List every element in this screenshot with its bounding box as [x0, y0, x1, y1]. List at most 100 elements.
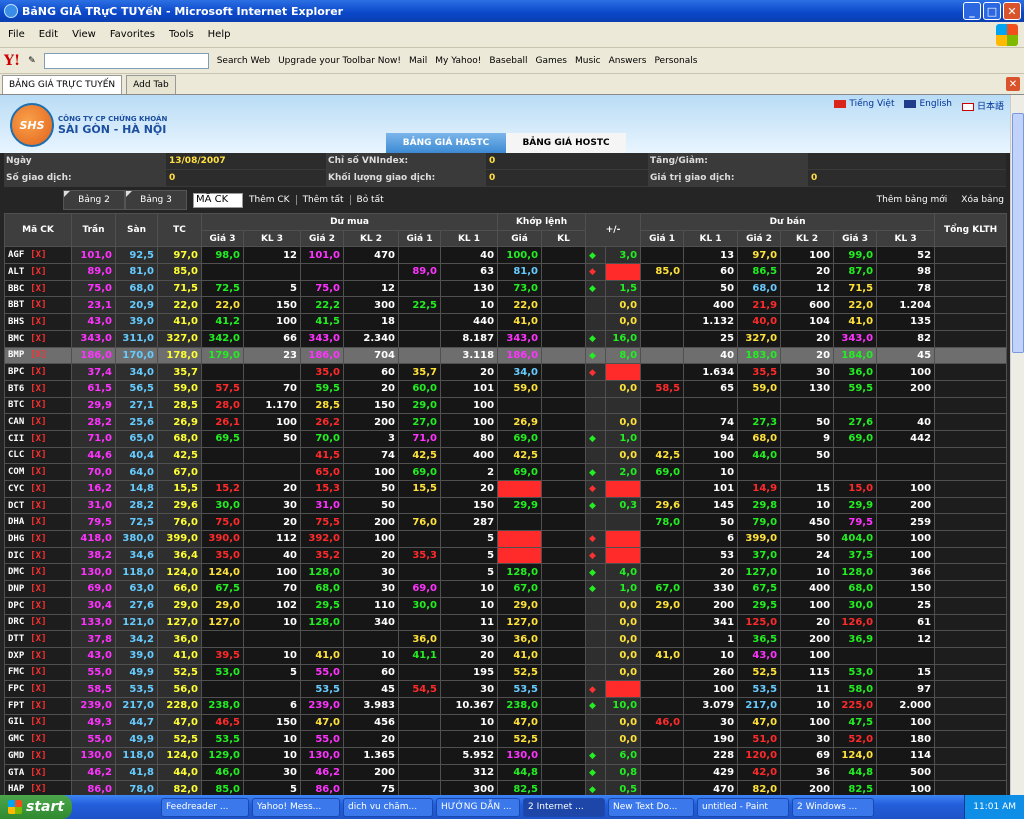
remove-symbol-button[interactable]: [X] [30, 751, 46, 761]
clock[interactable]: 11:01 AM [973, 802, 1016, 812]
table-row[interactable]: GTA [X] 46,2 41,8 44,0 46,0 30 46,2 200 312 44,8 ◆ 0… [4, 763, 1008, 782]
symbol-cell[interactable]: DCT [X] [4, 496, 72, 515]
remove-symbol-button[interactable]: [X] [30, 467, 46, 477]
close-tab-icon[interactable]: ✕ [1006, 77, 1020, 91]
symbol-cell[interactable]: BMP [X] [4, 346, 72, 365]
remove-symbol-button[interactable]: [X] [30, 768, 46, 778]
table-row[interactable]: BBT [X] 23,1 20,9 22,0 22,0 150 22,2 300 22,5 10 22… [4, 296, 1008, 315]
task-yahoo[interactable]: Yahoo! Mess... [252, 797, 340, 817]
table-row[interactable]: FPC [X] 58,5 53,5 56,0 53,5 45 54,5 30 53,5 ◆ -2,5 1… [4, 680, 1008, 698]
table-row[interactable]: AGF [X] 101,0 92,5 97,0 98,0 12 101,0 470 40 100,0… [4, 246, 1008, 265]
remove-symbol-button[interactable]: [X] [30, 350, 46, 360]
table-row[interactable]: GIL [X] 49,3 44,7 47,0 46,5 150 47,0 456 10 47,0 0,… [4, 713, 1008, 732]
symbol-cell[interactable]: CAN [X] [4, 413, 72, 431]
add-tab-button[interactable]: Add Tab [126, 75, 176, 94]
table-row[interactable]: BHS [X] 43,0 39,0 41,0 41,2 100 41,5 18 440 41,0 0,… [4, 313, 1008, 331]
menu-view[interactable]: View [72, 29, 96, 40]
ybar-mail[interactable]: Mail [409, 56, 427, 66]
table-row[interactable]: FMC [X] 55,0 49,9 52,5 53,0 5 55,0 60 195 52,5 0,0 2… [4, 663, 1008, 682]
board2-tab[interactable]: Bảng 2 [63, 190, 125, 210]
remove-symbol-button[interactable]: [X] [30, 400, 46, 410]
symbol-cell[interactable]: DMC [X] [4, 563, 72, 582]
task-internet[interactable]: 2 Internet ... [523, 797, 605, 817]
table-row[interactable]: DPC [X] 30,4 27,6 29,0 29,0 102 29,5 110 30,0 10 29… [4, 596, 1008, 615]
table-row[interactable]: GMC [X] 55,0 49,9 52,5 53,5 10 55,0 20 210 52,5 0,0… [4, 730, 1008, 748]
table-row[interactable]: CAN [X] 28,2 25,6 26,9 26,1 100 26,2 200 27,0 100 2… [4, 413, 1008, 431]
remove-symbol-button[interactable]: [X] [30, 534, 46, 544]
menu-tools[interactable]: Tools [169, 29, 194, 40]
symbol-cell[interactable]: BTC [X] [4, 396, 72, 415]
table-row[interactable]: CII [X] 71,0 65,0 68,0 69,5 50 70,0 3 71,0 80 69,0 ◆… [4, 429, 1008, 448]
task-dichvu[interactable]: dich vu chăm... [343, 797, 433, 817]
remove-symbol-button[interactable]: [X] [30, 634, 46, 644]
table-row[interactable]: DCT [X] 31,0 28,2 29,6 30,0 30 31,0 50 150 29,9 ◆ 0,… [4, 496, 1008, 515]
symbol-cell[interactable]: AGF [X] [4, 246, 72, 265]
table-row[interactable]: CYC [X] 16,2 14,8 15,5 15,2 20 15,3 50 15,5 20 15,0… [4, 480, 1008, 498]
pencil-icon[interactable]: ✎ [28, 56, 36, 66]
table-row[interactable]: CLC [X] 44,6 40,4 42,5 41,5 74 42,5 400 42,5 0,0 42… [4, 446, 1008, 465]
ybar-personals[interactable]: Personals [654, 56, 697, 66]
lang-english[interactable]: English [904, 99, 952, 112]
symbol-cell[interactable]: GMC [X] [4, 730, 72, 748]
board3-tab[interactable]: Bảng 3 [125, 190, 187, 210]
table-row[interactable]: COM [X] 70,0 64,0 67,0 65,0 100 69,0 2 69,0 ◆ 2,0 69… [4, 463, 1008, 481]
tab-current[interactable]: BẢNG GIÁ TRỰC TUYẾN [2, 75, 123, 94]
symbol-cell[interactable]: CYC [X] [4, 480, 72, 498]
menu-favorites[interactable]: Favorites [110, 29, 155, 40]
symbol-cell[interactable]: FMC [X] [4, 663, 72, 682]
symbol-cell[interactable]: DPC [X] [4, 596, 72, 615]
table-row[interactable]: DMC [X] 130,0 118,0 124,0 124,0 100 128,0 30 5 128… [4, 563, 1008, 582]
close-button[interactable]: ✕ [1003, 2, 1021, 20]
ybar-baseball[interactable]: Baseball [489, 56, 527, 66]
remove-symbol-button[interactable]: [X] [30, 484, 46, 494]
menu-file[interactable]: File [8, 29, 25, 40]
yahoo-logo-icon[interactable]: Y! [4, 53, 20, 69]
symbol-cell[interactable]: GMD [X] [4, 747, 72, 765]
symbol-input[interactable]: MÃ CK [193, 192, 243, 208]
task-feedreader[interactable]: Feedreader ... [161, 797, 249, 817]
table-row[interactable]: BTC [X] 29,9 27,1 28,5 28,0 1.170 28,5 150 29,0 10… [4, 396, 1008, 415]
remove-symbol-button[interactable]: [X] [30, 267, 46, 277]
remove-all-link[interactable]: Bỏ tất [351, 195, 390, 205]
table-row[interactable]: DIC [X] 38,2 34,6 36,4 35,0 40 35,2 20 35,3 5 35,2 ◆… [4, 546, 1008, 565]
lang-japanese[interactable]: 日本語 [961, 99, 1004, 112]
task-huongdan[interactable]: HƯỚNG DẪN ... [436, 797, 520, 817]
remove-symbol-button[interactable]: [X] [30, 734, 46, 744]
symbol-cell[interactable]: HAP [X] [4, 780, 72, 795]
table-row[interactable]: DHA [X] 79,5 72,5 76,0 75,0 20 75,5 200 76,0 287 78… [4, 513, 1008, 532]
ybar-myyahoo[interactable]: My Yahoo! [435, 56, 481, 66]
remove-symbol-button[interactable]: [X] [30, 784, 46, 794]
add-symbol-link[interactable]: Thêm CK [243, 195, 297, 205]
ybar-answers[interactable]: Answers [609, 56, 647, 66]
remove-symbol-button[interactable]: [X] [30, 651, 46, 661]
symbol-cell[interactable]: BBT [X] [4, 296, 72, 315]
remove-symbol-button[interactable]: [X] [30, 250, 46, 260]
hastc-button[interactable]: BẢNG GIÁ HASTC [386, 133, 506, 153]
add-all-link[interactable]: Thêm tất [297, 195, 351, 205]
symbol-cell[interactable]: BBC [X] [4, 279, 72, 298]
remove-symbol-button[interactable]: [X] [30, 601, 46, 611]
lang-vietnamese[interactable]: Tiếng Việt [834, 99, 894, 112]
ybar-music[interactable]: Music [575, 56, 601, 66]
ybar-upgrade[interactable]: Upgrade your Toolbar Now! [278, 56, 401, 66]
yahoo-search-input[interactable] [43, 52, 209, 69]
table-row[interactable]: HAP [X] 86,0 78,0 82,0 85,0 5 86,0 75 300 82,5 ◆ 0,5… [4, 780, 1008, 795]
table-row[interactable]: BMP [X] 186,0 170,0 178,0 179,0 23 186,0 704 3.11… [4, 346, 1008, 365]
minimize-button[interactable]: _ [963, 2, 981, 20]
table-row[interactable]: BMC [X] 343,0 311,0 327,0 342,0 66 343,0 2.340 8.… [4, 329, 1008, 348]
symbol-cell[interactable]: ALT [X] [4, 263, 72, 281]
remove-symbol-button[interactable]: [X] [30, 434, 46, 444]
symbol-cell[interactable]: BHS [X] [4, 313, 72, 331]
remove-symbol-button[interactable]: [X] [30, 517, 46, 527]
task-windows[interactable]: 2 Windows ... [792, 797, 874, 817]
table-row[interactable]: DTT [X] 37,8 34,2 36,0 36,0 30 36,0 0,0 1 36,5 200 3… [4, 630, 1008, 648]
table-row[interactable]: FPT [X] 239,0 217,0 228,0 238,0 6 239,0 3.983 10.… [4, 696, 1008, 715]
remove-symbol-button[interactable]: [X] [30, 717, 46, 727]
remove-symbol-button[interactable]: [X] [30, 684, 46, 694]
task-paint[interactable]: untitled - Paint [697, 797, 789, 817]
remove-symbol-button[interactable]: [X] [30, 284, 46, 294]
symbol-cell[interactable]: DHG [X] [4, 530, 72, 548]
table-row[interactable]: ALT [X] 89,0 81,0 85,0 89,0 63 81,0 ◆ -4,0 85,0 60 8… [4, 263, 1008, 281]
symbol-cell[interactable]: GTA [X] [4, 763, 72, 782]
remove-symbol-button[interactable]: [X] [30, 384, 46, 394]
